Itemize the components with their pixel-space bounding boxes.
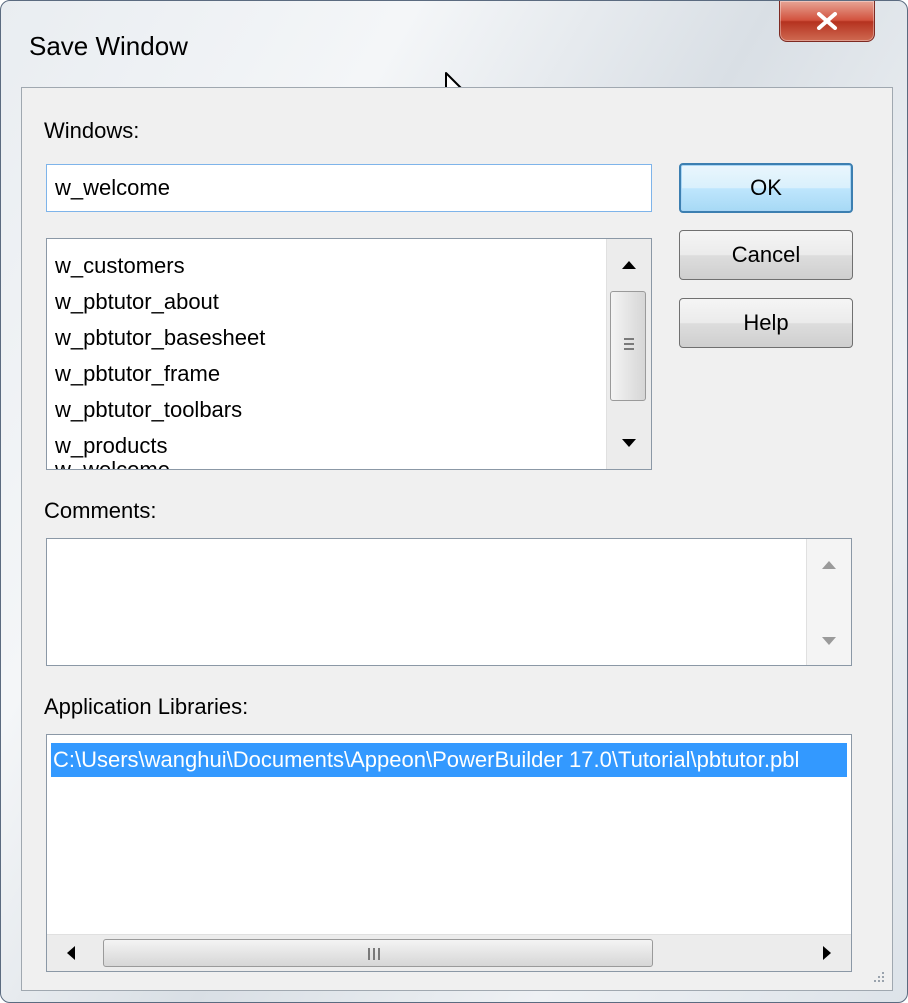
ok-button[interactable]: OK — [679, 163, 853, 213]
window-name-value: w_welcome — [55, 175, 170, 200]
list-item[interactable]: w_pbtutor_about — [55, 289, 219, 315]
application-libraries-list[interactable]: C:\Users\wanghui\Documents\Appeon\PowerB… — [46, 734, 852, 972]
list-item[interactable]: w_welcome — [55, 457, 170, 469]
list-item[interactable]: w_pbtutor_toolbars — [55, 397, 242, 423]
scroll-down-arrow-icon[interactable] — [607, 423, 651, 463]
close-button[interactable] — [779, 1, 875, 42]
list-item[interactable]: w_products — [55, 433, 168, 459]
scroll-left-arrow-icon[interactable] — [51, 935, 91, 971]
windows-list-scrollbar[interactable] — [606, 239, 651, 469]
application-libraries-label: Application Libraries: — [44, 694, 249, 719]
window-name-input[interactable]: w_welcome — [46, 164, 652, 212]
list-item[interactable]: w_pbtutor_frame — [55, 361, 220, 387]
help-button[interactable]: Help — [679, 298, 853, 348]
cancel-button[interactable]: Cancel — [679, 230, 853, 280]
windows-label: Windows: — [44, 118, 140, 143]
comments-textarea[interactable] — [46, 538, 852, 666]
dialog-title: Save Window — [29, 31, 188, 61]
scrollbar-thumb[interactable] — [610, 291, 646, 401]
list-item-selected[interactable]: C:\Users\wanghui\Documents\Appeon\PowerB… — [51, 743, 847, 777]
comments-scrollbar[interactable] — [806, 539, 851, 665]
close-x-icon — [817, 12, 837, 30]
scrollbar-thumb[interactable] — [103, 939, 653, 967]
scroll-right-arrow-icon[interactable] — [807, 935, 847, 971]
dialog-client-area: Windows: w_welcome OK Cancel Help w_cust… — [21, 87, 893, 991]
list-item[interactable]: w_pbtutor_basesheet — [55, 325, 265, 351]
resize-grip-icon[interactable] — [870, 968, 886, 984]
comments-label: Comments: — [44, 498, 157, 523]
save-window-dialog: Save Window Windows: w_welcome OK Cancel… — [0, 0, 908, 1003]
scroll-down-arrow-icon[interactable] — [807, 621, 851, 661]
scroll-up-arrow-icon[interactable] — [807, 545, 851, 585]
windows-list[interactable]: w_customers w_pbtutor_about w_pbtutor_ba… — [46, 238, 652, 470]
scroll-up-arrow-icon[interactable] — [607, 245, 651, 285]
libraries-horizontal-scrollbar[interactable] — [47, 934, 851, 971]
list-item[interactable]: w_customers — [55, 253, 185, 279]
